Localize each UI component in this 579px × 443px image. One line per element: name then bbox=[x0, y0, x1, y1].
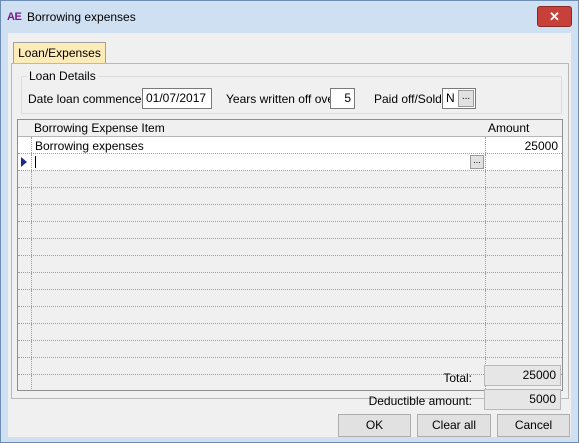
cancel-button[interactable]: Cancel bbox=[497, 414, 570, 437]
window-title: Borrowing expenses bbox=[27, 10, 136, 24]
row-indicator bbox=[18, 324, 32, 340]
table-row[interactable]: Borrowing expenses 25000 bbox=[18, 137, 562, 154]
loan-details-group: Loan Details Date loan commenced 01/07/2… bbox=[21, 69, 562, 114]
row-indicator bbox=[18, 341, 32, 357]
empty-row bbox=[18, 290, 562, 307]
loan-details-legend: Loan Details bbox=[27, 69, 98, 83]
borrowing-expenses-window: AE Borrowing expenses ✕ Loan/Expenses Lo… bbox=[0, 0, 579, 443]
years-written-off-label: Years written off over bbox=[226, 92, 339, 106]
empty-row bbox=[18, 375, 562, 390]
date-loan-commenced-label: Date loan commenced bbox=[28, 92, 149, 106]
current-row-arrow-icon bbox=[18, 154, 32, 170]
empty-row bbox=[18, 324, 562, 341]
row-indicator bbox=[18, 222, 32, 238]
column-divider bbox=[485, 137, 486, 153]
column-header-item[interactable]: Borrowing Expense Item bbox=[34, 121, 165, 135]
column-divider bbox=[485, 273, 486, 289]
item-cell[interactable]: Borrowing expenses bbox=[35, 139, 144, 153]
total-label: Total: bbox=[443, 371, 472, 385]
amount-cell[interactable]: 25000 bbox=[525, 139, 558, 153]
years-written-off-field[interactable]: 5 bbox=[330, 88, 355, 109]
column-divider bbox=[485, 256, 486, 272]
column-divider bbox=[485, 290, 486, 306]
column-header-amount[interactable]: Amount bbox=[488, 121, 529, 135]
title-bar[interactable]: AE Borrowing expenses ✕ bbox=[1, 1, 578, 33]
column-divider bbox=[485, 188, 486, 204]
item-lookup-button[interactable]: ... bbox=[470, 155, 484, 169]
empty-row bbox=[18, 171, 562, 188]
close-button[interactable]: ✕ bbox=[537, 6, 572, 27]
column-divider bbox=[485, 171, 486, 187]
empty-row bbox=[18, 222, 562, 239]
date-loan-commenced-field[interactable]: 01/07/2017 bbox=[142, 88, 212, 109]
row-indicator bbox=[18, 188, 32, 204]
column-divider bbox=[485, 154, 486, 170]
empty-row bbox=[18, 307, 562, 324]
empty-row bbox=[18, 205, 562, 222]
row-indicator bbox=[18, 205, 32, 221]
empty-row bbox=[18, 239, 562, 256]
borrowing-expense-grid: Borrowing Expense Item Amount Borrowing … bbox=[17, 119, 563, 391]
grid-header: Borrowing Expense Item Amount bbox=[18, 120, 562, 137]
paid-off-sold-value: N bbox=[446, 91, 455, 105]
clear-all-button[interactable]: Clear all bbox=[417, 414, 491, 437]
paid-off-sold-field[interactable]: N ... bbox=[442, 88, 476, 109]
empty-row bbox=[18, 188, 562, 205]
empty-row bbox=[18, 358, 562, 375]
close-icon: ✕ bbox=[549, 9, 560, 24]
new-entry-row[interactable]: ... bbox=[18, 154, 562, 171]
row-indicator bbox=[18, 375, 32, 390]
total-value: 25000 bbox=[484, 365, 561, 386]
row-indicator bbox=[18, 273, 32, 289]
empty-row bbox=[18, 256, 562, 273]
column-divider bbox=[485, 324, 486, 340]
dialog-client-area: Loan/Expenses Loan Details Date loan com… bbox=[8, 33, 571, 437]
row-indicator bbox=[18, 290, 32, 306]
deductible-amount-value: 5000 bbox=[484, 389, 561, 410]
tab-panel-loan-expenses: Loan Details Date loan commenced 01/07/2… bbox=[11, 63, 569, 399]
deductible-amount-label: Deductible amount: bbox=[368, 394, 472, 408]
row-indicator bbox=[18, 137, 32, 153]
column-divider bbox=[485, 222, 486, 238]
empty-row bbox=[18, 341, 562, 358]
ok-button[interactable]: OK bbox=[338, 414, 411, 437]
app-logo-icon: AE bbox=[7, 11, 22, 23]
row-indicator bbox=[18, 239, 32, 255]
paid-off-sold-lookup-button[interactable]: ... bbox=[458, 90, 474, 107]
row-indicator bbox=[18, 307, 32, 323]
column-divider bbox=[485, 239, 486, 255]
column-divider bbox=[485, 205, 486, 221]
row-indicator bbox=[18, 358, 32, 374]
row-indicator bbox=[18, 256, 32, 272]
tab-loan-expenses[interactable]: Loan/Expenses bbox=[13, 42, 106, 64]
column-divider bbox=[485, 341, 486, 357]
row-indicator bbox=[18, 171, 32, 187]
column-divider bbox=[485, 307, 486, 323]
text-caret bbox=[35, 156, 36, 168]
empty-row bbox=[18, 273, 562, 290]
paid-off-sold-label: Paid off/Sold bbox=[374, 92, 442, 106]
